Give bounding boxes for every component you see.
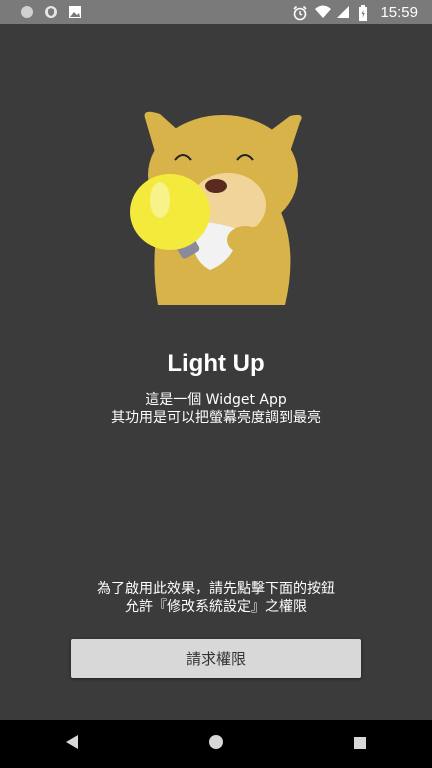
back-icon — [65, 734, 79, 754]
home-icon — [208, 734, 224, 754]
wifi-icon — [314, 5, 332, 19]
status-time: 15:59 — [380, 3, 418, 21]
hint-line-1: 為了啟用此效果，請先點擊下面的按鈕 — [97, 581, 335, 597]
navigation-bar — [0, 720, 432, 768]
alarm-icon — [292, 5, 308, 21]
circle-icon — [20, 5, 34, 19]
app-description: 這是一個 Widget App 其功用是可以把螢幕亮度調到最亮 — [0, 391, 432, 427]
status-bar: 15:59 — [0, 0, 432, 24]
mascot-illustration — [120, 100, 310, 315]
hint-line-2: 允許『修改系統設定』之權限 — [125, 599, 307, 615]
shield-icon — [44, 5, 58, 19]
permission-hint: 為了啟用此效果，請先點擊下面的按鈕 允許『修改系統設定』之權限 — [0, 580, 432, 616]
status-left — [0, 5, 82, 19]
app-title: Light Up — [167, 350, 265, 377]
home-button[interactable] — [196, 724, 236, 764]
recents-button[interactable] — [340, 724, 380, 764]
signal-icon — [336, 5, 350, 19]
image-icon — [68, 5, 82, 19]
recents-icon — [353, 735, 367, 754]
back-button[interactable] — [52, 724, 92, 764]
request-permission-button[interactable]: 請求權限 — [71, 639, 361, 678]
description-line-2: 其功用是可以把螢幕亮度調到最亮 — [111, 410, 321, 426]
battery-icon — [358, 5, 372, 21]
description-line-1: 這是一個 Widget App — [145, 392, 287, 408]
status-right: 15:59 — [292, 4, 432, 21]
